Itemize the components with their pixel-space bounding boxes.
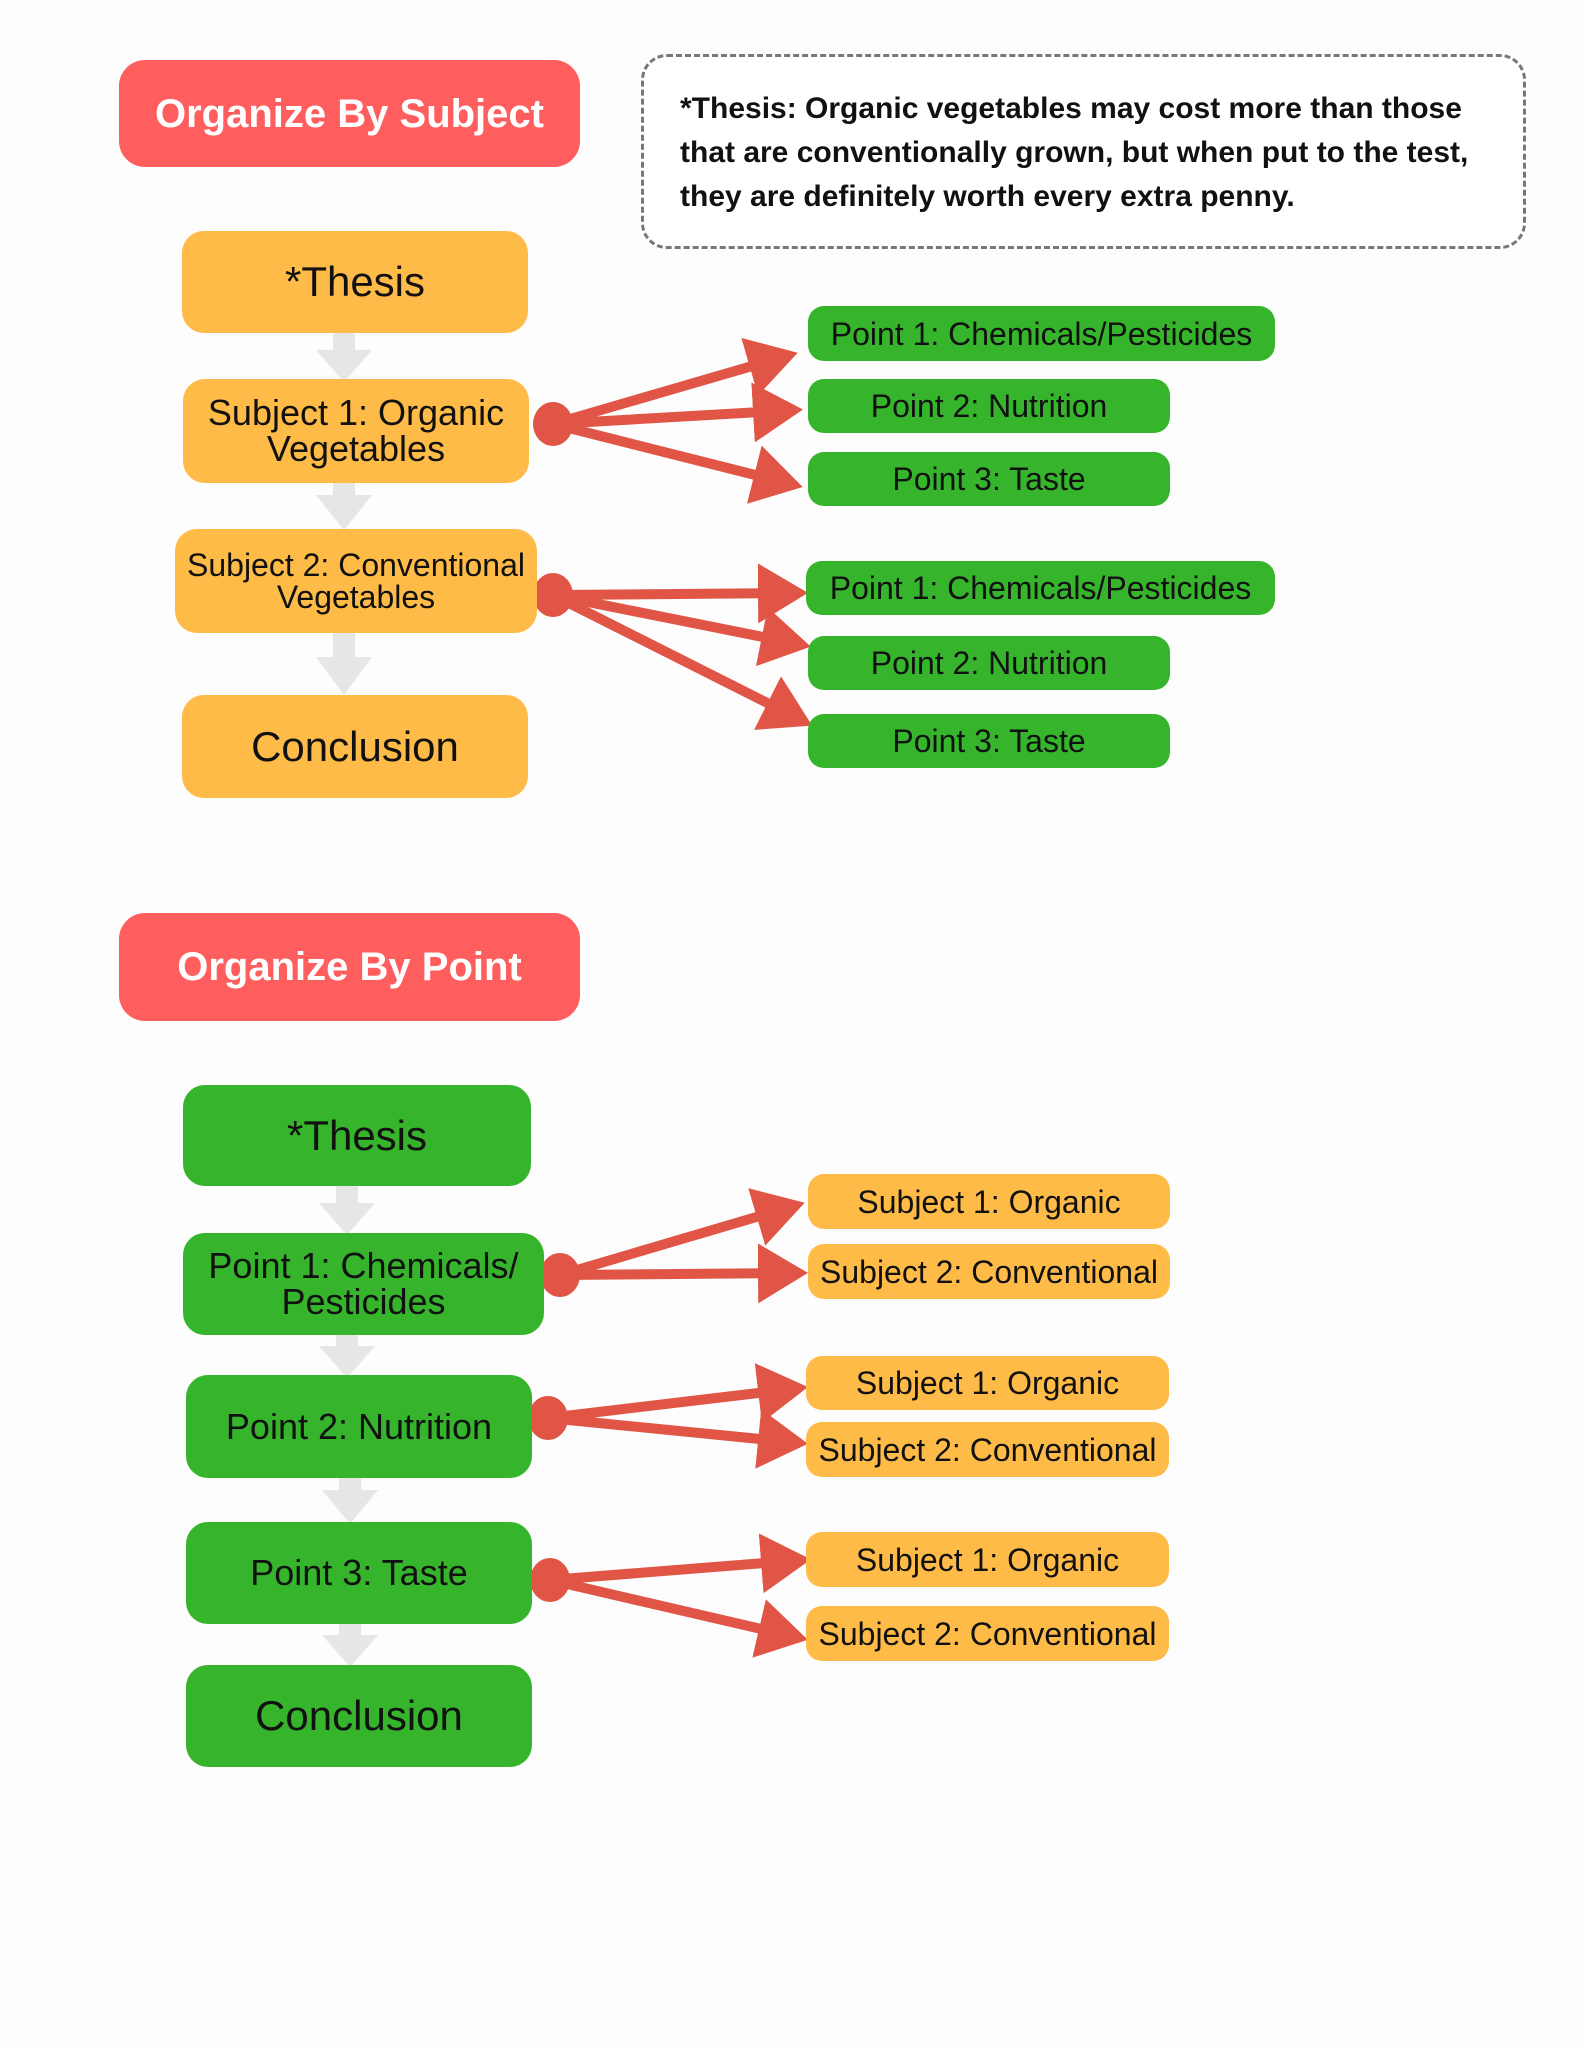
organize-by-subject-header: Organize By Subject [119,60,580,167]
subject1-point-1: Point 1: Chemicals/Pesticides [808,306,1275,361]
point3-subject-1: Subject 1: Organic [806,1532,1169,1587]
down-arrow-icon [316,333,372,382]
down-arrow-icon [319,1186,375,1235]
arrow [547,1409,808,1469]
subject-flow-subject-2: Subject 2: Conventional Vegetables [175,529,537,633]
point2-subject-2: Subject 2: Conventional [806,1422,1169,1477]
arrow [552,590,811,667]
down-arrow-icon [316,633,372,695]
subject1-point-2: Point 2: Nutrition [808,379,1170,433]
subject-flow-subject-1: Subject 1: Organic Vegetables [183,379,529,483]
arrow [558,1188,805,1280]
point-flow-point-3: Point 3: Taste [186,1522,532,1624]
point1-subject-1: Subject 1: Organic [808,1174,1170,1229]
arrow [559,1243,808,1304]
subject1-point-3: Point 3: Taste [808,452,1170,506]
down-arrow-icon [322,1624,378,1667]
arrow [550,590,813,730]
arrow [552,563,808,624]
down-arrow-icon [316,483,372,530]
thesis-note: *Thesis: Organic vegetables may cost mor… [641,54,1526,249]
point-flow-conclusion: Conclusion [186,1665,532,1767]
arrow [549,1533,811,1594]
subject2-point-1: Point 1: Chemicals/Pesticides [806,561,1275,615]
down-arrow-icon [319,1335,375,1378]
organize-by-point-header: Organize By Point [119,913,580,1021]
subject2-point-3: Point 3: Taste [808,714,1170,768]
point-flow-point-1: Point 1: Chemicals/ Pesticides [183,1233,544,1335]
point-flow-point-2: Point 2: Nutrition [186,1375,532,1478]
point-flow-thesis: *Thesis [183,1085,531,1186]
point1-subject-2: Subject 2: Conventional [808,1244,1170,1299]
arrow [548,1575,808,1658]
origin-dot [533,573,573,617]
origin-dot [530,1558,570,1602]
origin-dot [533,402,573,446]
point3-subject-2: Subject 2: Conventional [806,1606,1169,1661]
subject-flow-conclusion: Conclusion [182,695,528,798]
branch-arrows [547,337,813,1658]
down-arrow-icon [322,1478,378,1524]
arrow [551,419,803,504]
origin-dot [528,1396,568,1440]
arrow [547,1363,808,1423]
point2-subject-1: Subject 1: Organic [806,1356,1169,1410]
subject2-point-2: Point 2: Nutrition [808,636,1170,690]
origin-dot [540,1253,580,1297]
subject-flow-thesis: *Thesis [182,231,528,333]
